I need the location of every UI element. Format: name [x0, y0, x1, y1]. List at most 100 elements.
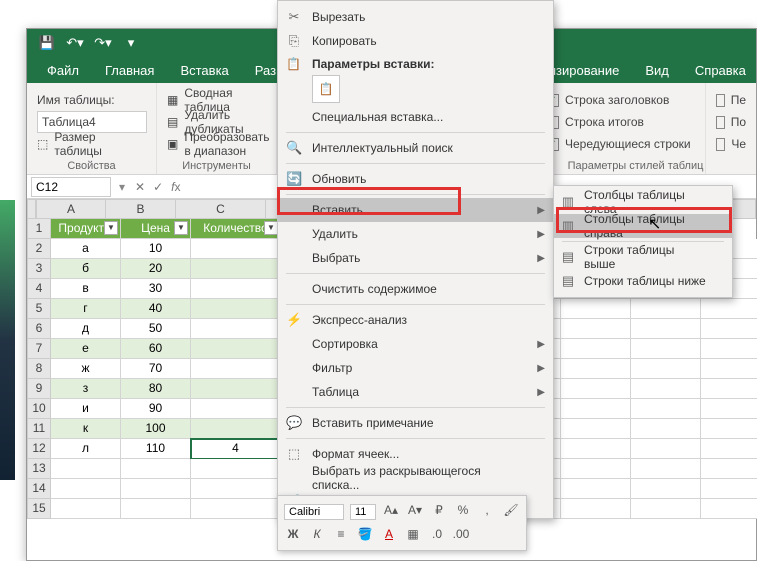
row-header[interactable]: 2	[27, 239, 51, 259]
row-header[interactable]: 5	[27, 299, 51, 319]
cell[interactable]	[561, 439, 631, 459]
cell[interactable]	[701, 399, 757, 419]
enter-icon[interactable]: ✓	[153, 180, 163, 194]
cell[interactable]	[561, 339, 631, 359]
row-header[interactable]: 3	[27, 259, 51, 279]
cell[interactable]	[561, 319, 631, 339]
ctx-refresh[interactable]: 🔄Обновить	[278, 167, 553, 191]
table-cell[interactable]	[191, 239, 281, 259]
cell[interactable]	[561, 419, 631, 439]
table-cell[interactable]	[191, 319, 281, 339]
ctx-filter[interactable]: Фильтр▶	[278, 356, 553, 380]
font-color-icon[interactable]: A	[380, 527, 398, 545]
cell[interactable]	[631, 439, 701, 459]
cell[interactable]	[561, 479, 631, 499]
ctx-insert[interactable]: Вставить▶	[278, 198, 553, 222]
ctx-sort[interactable]: Сортировка▶	[278, 332, 553, 356]
decrease-decimal-icon[interactable]: .0	[428, 527, 446, 545]
col-header[interactable]: C	[176, 199, 266, 219]
sub-rows-below[interactable]: ▤Строки таблицы ниже	[554, 269, 732, 293]
table-cell[interactable]: 50	[121, 319, 191, 339]
cell[interactable]	[191, 459, 281, 479]
comma-icon[interactable]: ,	[478, 503, 496, 521]
mini-size[interactable]: 11	[350, 504, 376, 520]
table-cell[interactable]: б	[51, 259, 121, 279]
table-cell[interactable]	[191, 419, 281, 439]
table-cell[interactable]: 4	[191, 439, 281, 459]
select-all-corner[interactable]	[27, 199, 36, 219]
ctx-clear[interactable]: Очистить содержимое	[278, 277, 553, 301]
row-header[interactable]: 4	[27, 279, 51, 299]
cell[interactable]	[631, 459, 701, 479]
cell[interactable]	[631, 379, 701, 399]
table-cell[interactable]: з	[51, 379, 121, 399]
tab-home[interactable]: Главная	[93, 58, 166, 83]
col-header[interactable]: A	[36, 199, 106, 219]
convert-button[interactable]: ▣Преобразовать в диапазон	[167, 133, 266, 155]
table-cell[interactable]	[191, 399, 281, 419]
table-cell[interactable]	[191, 379, 281, 399]
bold-icon[interactable]: Ж	[284, 527, 302, 545]
table-header[interactable]: Цена▼	[121, 219, 191, 239]
row-header[interactable]: 7	[27, 339, 51, 359]
cell[interactable]	[701, 299, 757, 319]
cell[interactable]	[561, 399, 631, 419]
table-cell[interactable]: д	[51, 319, 121, 339]
increase-decimal-icon[interactable]: .00	[452, 527, 470, 545]
ctx-delete[interactable]: Удалить▶	[278, 222, 553, 246]
row-header[interactable]: 6	[27, 319, 51, 339]
cell[interactable]	[191, 479, 281, 499]
table-cell[interactable]	[191, 299, 281, 319]
sub-rows-above[interactable]: ▤Строки таблицы выше	[554, 245, 732, 269]
align-icon[interactable]: ≡	[332, 527, 350, 545]
name-box[interactable]: C12	[31, 177, 111, 197]
sub-cols-left[interactable]: ▥Столбцы таблицы слева	[554, 190, 732, 214]
ctx-table[interactable]: Таблица▶	[278, 380, 553, 404]
cell[interactable]	[631, 319, 701, 339]
ctx-format-cells[interactable]: ⬚Формат ячеек...	[278, 442, 553, 466]
sub-cols-right[interactable]: ▥Столбцы таблицы справа	[554, 214, 732, 238]
tab-insert[interactable]: Вставка	[168, 58, 240, 83]
col-header[interactable]: B	[106, 199, 176, 219]
table-cell[interactable]	[191, 339, 281, 359]
cell[interactable]	[631, 499, 701, 519]
ctx-comment[interactable]: 💬Вставить примечание	[278, 411, 553, 435]
table-cell[interactable]: а	[51, 239, 121, 259]
banded-cols-check[interactable]: Че	[716, 133, 746, 155]
table-header[interactable]: Продукты▼	[51, 219, 121, 239]
header-row-check[interactable]: ✓Строка заголовков	[546, 89, 695, 111]
last-col-check[interactable]: По	[716, 111, 746, 133]
table-cell[interactable]: е	[51, 339, 121, 359]
table-cell[interactable]	[191, 259, 281, 279]
ctx-copy[interactable]: ⎘Копировать	[278, 29, 553, 53]
cell[interactable]	[631, 399, 701, 419]
ctx-quick-analysis[interactable]: ⚡Экспресс-анализ	[278, 308, 553, 332]
row-header[interactable]: 13	[27, 459, 51, 479]
row-header[interactable]: 1	[27, 219, 51, 239]
table-cell[interactable]: ж	[51, 359, 121, 379]
table-cell[interactable]: 80	[121, 379, 191, 399]
ctx-select[interactable]: Выбрать▶	[278, 246, 553, 270]
cell[interactable]	[701, 359, 757, 379]
cell[interactable]	[701, 379, 757, 399]
fx-icon[interactable]: fx	[171, 180, 180, 194]
table-cell[interactable]: и	[51, 399, 121, 419]
table-cell[interactable]: 70	[121, 359, 191, 379]
cell[interactable]	[561, 359, 631, 379]
cell[interactable]	[51, 499, 121, 519]
cell[interactable]	[631, 299, 701, 319]
row-header[interactable]: 11	[27, 419, 51, 439]
table-cell[interactable]: л	[51, 439, 121, 459]
cell[interactable]	[631, 339, 701, 359]
table-cell[interactable]: 100	[121, 419, 191, 439]
table-cell[interactable]	[191, 359, 281, 379]
cell[interactable]	[121, 459, 191, 479]
filter-dropdown-icon[interactable]: ▼	[174, 221, 188, 235]
cell[interactable]	[701, 319, 757, 339]
tab-help[interactable]: Справка	[683, 58, 757, 83]
cell[interactable]	[51, 459, 121, 479]
ctx-cut[interactable]: ✂Вырезать	[278, 5, 553, 29]
ctx-smart-lookup[interactable]: 🔍Интеллектуальный поиск	[278, 136, 553, 160]
italic-icon[interactable]: К	[308, 527, 326, 545]
total-row-check[interactable]: Строка итогов	[546, 111, 695, 133]
